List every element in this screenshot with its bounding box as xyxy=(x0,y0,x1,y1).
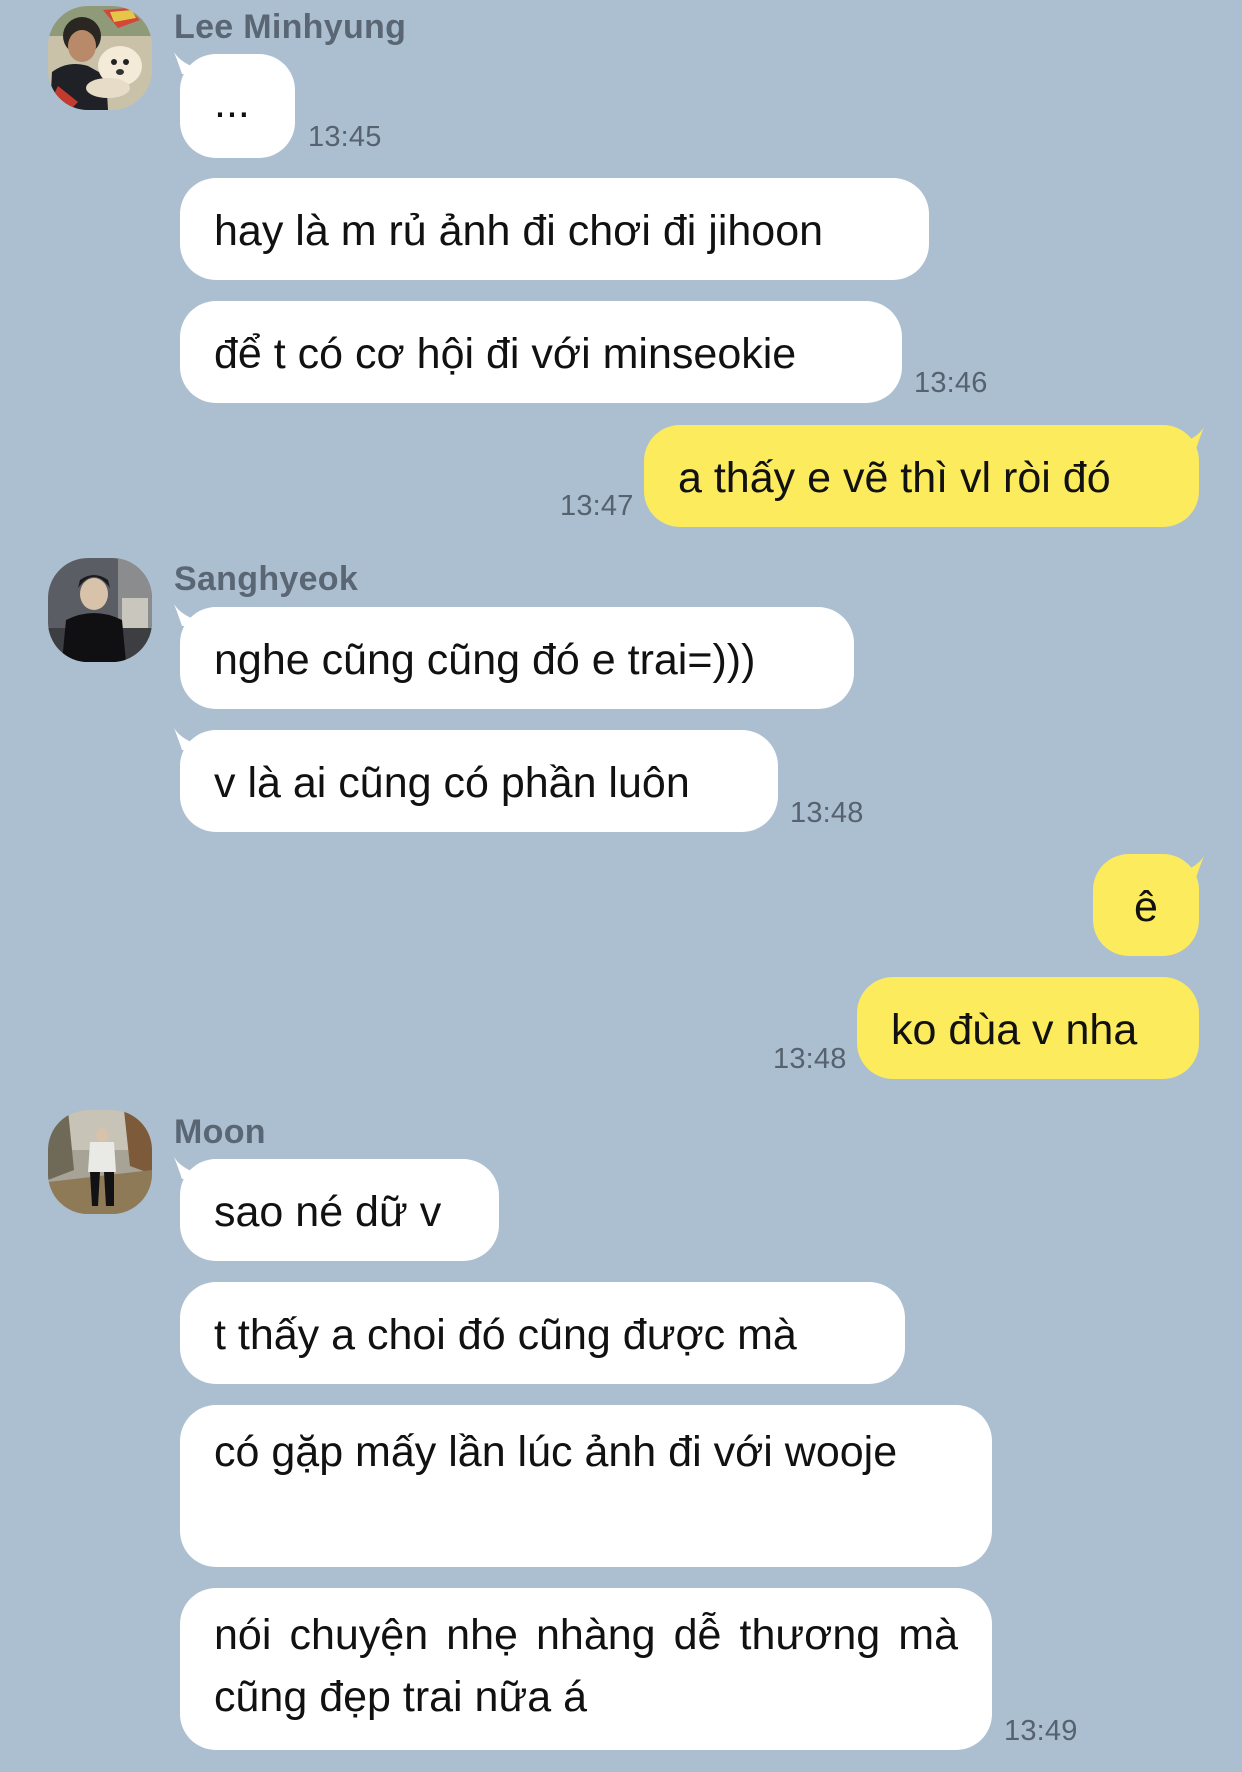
avatar-photo xyxy=(48,1110,152,1214)
message-text: ê xyxy=(1134,883,1158,931)
message-text: hay là m rủ ảnh đi chơi đi jihoon xyxy=(214,207,824,255)
avatar-photo xyxy=(48,558,152,662)
message-text: ko đùa v nha xyxy=(891,1006,1138,1054)
message-timestamp: 13:47 xyxy=(560,490,634,522)
message-bubble[interactable]: t thấy a choi đó cũng được mà xyxy=(180,1282,905,1384)
message-text: có gặp mấy lần lúc ảnh đi với wooje xyxy=(214,1428,898,1476)
message-text: t thấy a choi đó cũng được mà xyxy=(214,1311,797,1359)
message-timestamp: 13:48 xyxy=(773,1043,847,1075)
sender-name: Moon xyxy=(174,1113,266,1151)
message-bubble[interactable]: nghe cũng cũng đó e trai=))) xyxy=(180,607,854,709)
message-bubble[interactable]: ... xyxy=(180,54,295,158)
message-bubble[interactable]: v là ai cũng có phần luôn xyxy=(180,730,778,832)
message-timestamp: 13:45 xyxy=(308,121,382,153)
sender-name: Sanghyeok xyxy=(174,560,359,598)
message-bubble[interactable]: để t có cơ hội đi với minseokie xyxy=(180,301,902,403)
message-text: nghe cũng cũng đó e trai=))) xyxy=(214,636,756,684)
message-timestamp: 13:46 xyxy=(914,367,988,399)
sender-name: Lee Minhyung xyxy=(174,8,407,46)
bubble-tail xyxy=(1182,856,1204,878)
message-text: nói chuyện nhẹ nhàng dễ thương mà cũng đ… xyxy=(214,1611,958,1721)
message-text: để t có cơ hội đi với minseokie xyxy=(214,330,797,378)
message-bubble[interactable]: có gặp mấy lần lúc ảnh đi với wooje xyxy=(180,1405,992,1567)
message-bubble[interactable]: ko đùa v nha xyxy=(857,977,1199,1079)
avatar-sanghyeok[interactable] xyxy=(48,558,152,662)
bubble-tail xyxy=(1182,427,1204,449)
message-text: sao né dữ v xyxy=(214,1188,442,1236)
avatar-lee-minhyung[interactable] xyxy=(48,6,152,110)
message-timestamp: 13:48 xyxy=(790,797,864,829)
message-text: v là ai cũng có phần luôn xyxy=(214,759,690,807)
message-timestamp: 13:49 xyxy=(1004,1715,1078,1747)
message-text: a thấy e vẽ thì vl ròi đó xyxy=(678,454,1111,502)
message-text: ... xyxy=(214,79,250,127)
message-bubble[interactable]: sao né dữ v xyxy=(180,1159,499,1261)
message-bubble[interactable]: a thấy e vẽ thì vl ròi đó xyxy=(644,425,1199,527)
avatar-photo xyxy=(48,6,152,110)
message-bubble[interactable]: nói chuyện nhẹ nhàng dễ thương mà cũng đ… xyxy=(180,1588,992,1750)
avatar-moon[interactable] xyxy=(48,1110,152,1214)
message-bubble[interactable]: hay là m rủ ảnh đi chơi đi jihoon xyxy=(180,178,929,280)
